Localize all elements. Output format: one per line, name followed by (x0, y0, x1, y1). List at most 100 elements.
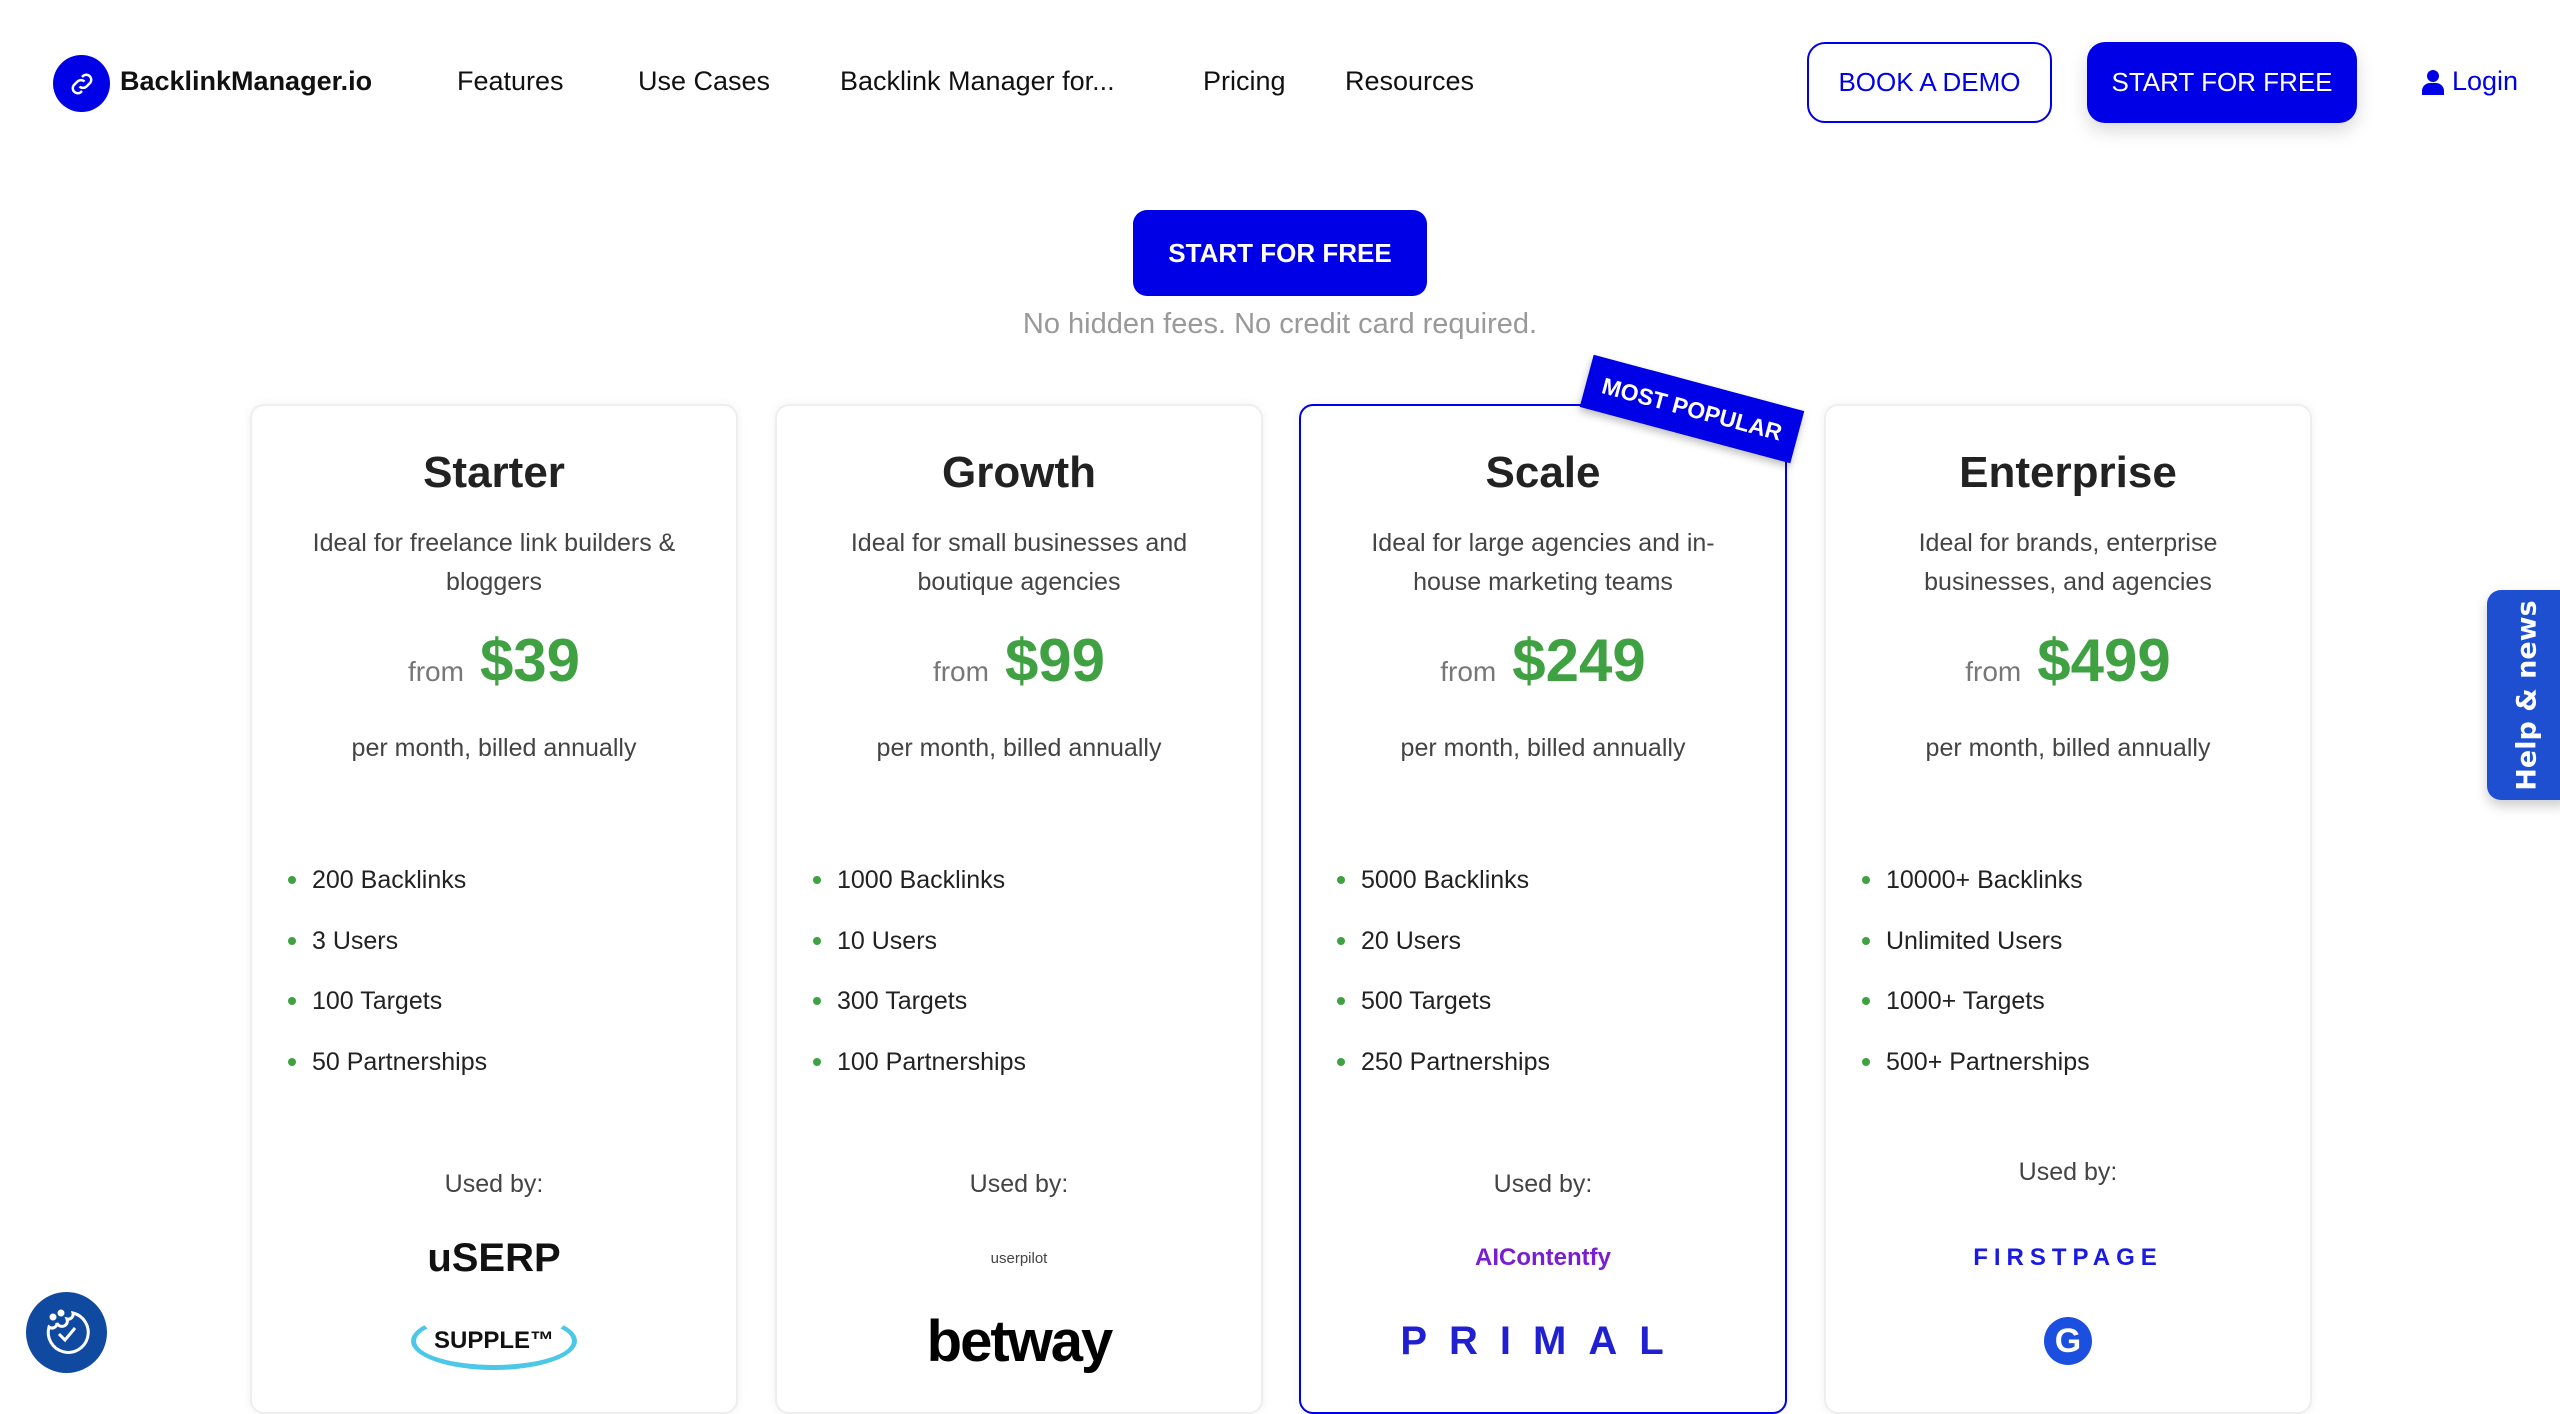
hero-subtext: No hidden fees. No credit card required. (1022, 308, 1538, 340)
plan-card-growth: Growth Ideal for small businesses and bo… (775, 404, 1263, 1414)
help-news-label: Help & news (2511, 599, 2543, 791)
feature-item: 100 Targets (288, 987, 487, 1048)
feature-list: 10000+ Backlinks Unlimited Users 1000+ Tar… (1862, 866, 2090, 1108)
feature-item: 500+ Partnerships (1862, 1048, 2090, 1109)
feature-item: 50 Partnerships (288, 1048, 487, 1109)
feature-label: 1000 Backlinks (837, 866, 1006, 894)
price-from: from (1965, 656, 2022, 687)
feature-item: 5000 Backlinks (1337, 866, 1550, 927)
feature-item: 20 Users (1337, 927, 1550, 988)
price-amount: $249 (1512, 627, 1646, 694)
customer-logo: G (1826, 1306, 2310, 1376)
feature-label: 5000 Backlinks (1361, 866, 1530, 894)
feature-item: 1000 Backlinks (813, 866, 1026, 927)
plan-description: Ideal for large agencies and in-house ma… (1371, 529, 1715, 596)
feature-label: 200 Backlinks (312, 866, 467, 894)
feature-label: 100 Partnerships (837, 1047, 1027, 1076)
feature-label: 250 Partnerships (1361, 1047, 1551, 1076)
link-logo-icon[interactable] (53, 55, 110, 112)
plan-name: Starter (423, 448, 565, 497)
feature-list: 5000 Backlinks 20 Users 500 Targets 250 Par… (1337, 866, 1550, 1108)
start-free-hero-button[interactable]: START FOR FREE (1133, 210, 1427, 296)
billing-period: per month, billed annually (1925, 734, 2211, 762)
help-news-tab[interactable]: Help & news (2487, 590, 2560, 800)
nav-features[interactable]: Features (457, 66, 564, 97)
plan-description: Ideal for brands, enterprise businesses,… (1918, 529, 2218, 596)
bullet-icon (813, 936, 821, 945)
customer-logo-text: betway (926, 1308, 1114, 1374)
used-by-label: Used by: (2018, 1158, 2118, 1186)
feature-label: 1000+ Targets (1886, 987, 2045, 1015)
customer-logo: userpilot (777, 1228, 1261, 1288)
bullet-icon (1862, 997, 1870, 1005)
feature-label: 3 Users (312, 926, 399, 955)
plan-name: Scale (1485, 448, 1601, 497)
customer-logo: AIContentfy (1301, 1228, 1785, 1288)
bullet-icon (1862, 876, 1870, 884)
billing-period: per month, billed annually (876, 734, 1162, 762)
customer-logo: uSERP (252, 1228, 736, 1288)
price-from: from (932, 656, 989, 687)
login-label: Login (2452, 66, 2519, 96)
bullet-icon (288, 997, 296, 1005)
plan-description: Ideal for freelance link builders & blog… (312, 529, 676, 596)
customer-logo-text: G (2044, 1317, 2092, 1365)
feature-item: 10000+ Backlinks (1862, 866, 2090, 927)
feature-item: 200 Backlinks (288, 866, 487, 927)
book-demo-button[interactable]: BOOK A DEMO (1807, 42, 2052, 123)
feature-label: 500+ Partnerships (1886, 1047, 2090, 1076)
customer-logo-text: SUPPLE™ (410, 1312, 578, 1370)
brand-name[interactable]: BacklinkManager.io (120, 66, 372, 97)
feature-label: 10 Users (837, 926, 938, 955)
feature-item: 100 Partnerships (813, 1048, 1026, 1109)
feature-list: 1000 Backlinks 10 Users 300 Targets 100 Par… (813, 866, 1026, 1108)
feature-item: 1000+ Targets (1862, 987, 2090, 1048)
bullet-icon (1337, 936, 1345, 945)
nav-use-cases[interactable]: Use Cases (638, 66, 770, 97)
bullet-icon (1337, 876, 1345, 884)
used-by-label: Used by: (1493, 1170, 1593, 1198)
nav-backlink-manager-for[interactable]: Backlink Manager for... (840, 66, 1115, 97)
bullet-icon (1862, 1057, 1870, 1066)
feature-label: 100 Targets (312, 987, 443, 1015)
plan-card-enterprise: Enterprise Ideal for brands, enterprise … (1824, 404, 2312, 1414)
feature-label: 500 Targets (1361, 987, 1492, 1015)
login-link[interactable]: Login (2422, 66, 2518, 97)
customer-logo: PRIMAL (1301, 1306, 1785, 1376)
customer-logo: FIRSTPAGE (1826, 1228, 2310, 1288)
price-amount: $99 (1004, 627, 1106, 694)
feature-item: 250 Partnerships (1337, 1048, 1550, 1109)
nav-resources[interactable]: Resources (1345, 66, 1474, 97)
feature-item: Unlimited Users (1862, 927, 2090, 988)
plan-price: from $249 (1301, 626, 1785, 695)
top-nav: BacklinkManager.io Features Use Cases Ba… (0, 0, 2560, 166)
plan-description: Ideal for small businesses and boutique … (850, 529, 1188, 596)
customer-logo-text: AIContentfy (1475, 1244, 1611, 1271)
feature-item: 10 Users (813, 927, 1026, 988)
feature-label: 20 Users (1361, 926, 1462, 955)
bullet-icon (288, 1057, 296, 1066)
cookie-consent-icon[interactable] (26, 1292, 107, 1373)
billing-period: per month, billed annually (351, 734, 637, 762)
plan-name: Enterprise (1959, 448, 2177, 497)
feature-label: 300 Targets (837, 987, 968, 1015)
feature-label: 10000+ Backlinks (1886, 866, 2083, 894)
customer-logo: betway (777, 1306, 1261, 1376)
used-by-label: Used by: (444, 1170, 544, 1198)
user-icon (2422, 69, 2444, 95)
plan-price: from $39 (252, 626, 736, 695)
price-from: from (407, 656, 464, 687)
billing-period: per month, billed annually (1400, 734, 1686, 762)
bullet-icon (813, 1057, 821, 1066)
start-free-nav-button[interactable]: START FOR FREE (2087, 42, 2357, 123)
nav-pricing[interactable]: Pricing (1203, 66, 1286, 97)
bullet-icon (1337, 1057, 1345, 1066)
customer-logo-text: PRIMAL (1400, 1318, 1686, 1363)
plan-card-starter: Starter Ideal for freelance link builder… (250, 404, 738, 1414)
bullet-icon (813, 876, 821, 884)
feature-label: Unlimited Users (1886, 926, 2063, 955)
plan-price: from $499 (1826, 626, 2310, 695)
bullet-icon (1337, 997, 1345, 1005)
customer-logo-text: userpilot (990, 1249, 1048, 1267)
price-from: from (1440, 656, 1497, 687)
